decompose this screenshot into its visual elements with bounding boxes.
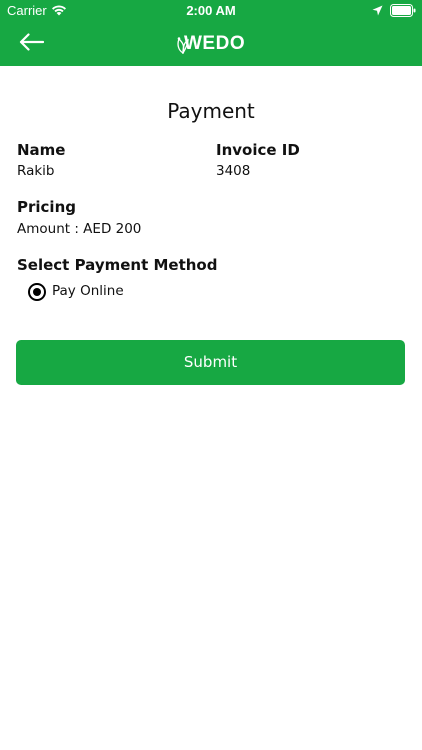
amount-value: Amount : AED 200: [17, 221, 142, 237]
name-label: Name: [17, 141, 66, 159]
wedo-logo: WEDO: [176, 32, 246, 56]
submit-button[interactable]: Submit: [16, 340, 405, 385]
pay-online-label: Pay Online: [52, 283, 124, 299]
page-title: Payment: [167, 99, 255, 123]
pricing-label: Pricing: [17, 198, 76, 216]
pay-online-radio[interactable]: [28, 283, 46, 301]
name-value: Rakib: [17, 163, 55, 179]
status-bar: Carrier 2:00 AM: [0, 0, 422, 22]
status-time: 2:00 AM: [186, 3, 236, 18]
radio-selected-dot: [33, 288, 41, 296]
battery-icon: [390, 4, 416, 17]
app-header: Carrier 2:00 AM WEDO: [0, 0, 422, 66]
invoice-id-label: Invoice ID: [216, 141, 300, 159]
back-arrow-icon[interactable]: [19, 33, 44, 51]
payment-method-label: Select Payment Method: [17, 256, 218, 274]
location-icon: [372, 5, 383, 16]
invoice-id-value: 3408: [216, 163, 251, 179]
logo-text: WEDO: [184, 33, 246, 54]
